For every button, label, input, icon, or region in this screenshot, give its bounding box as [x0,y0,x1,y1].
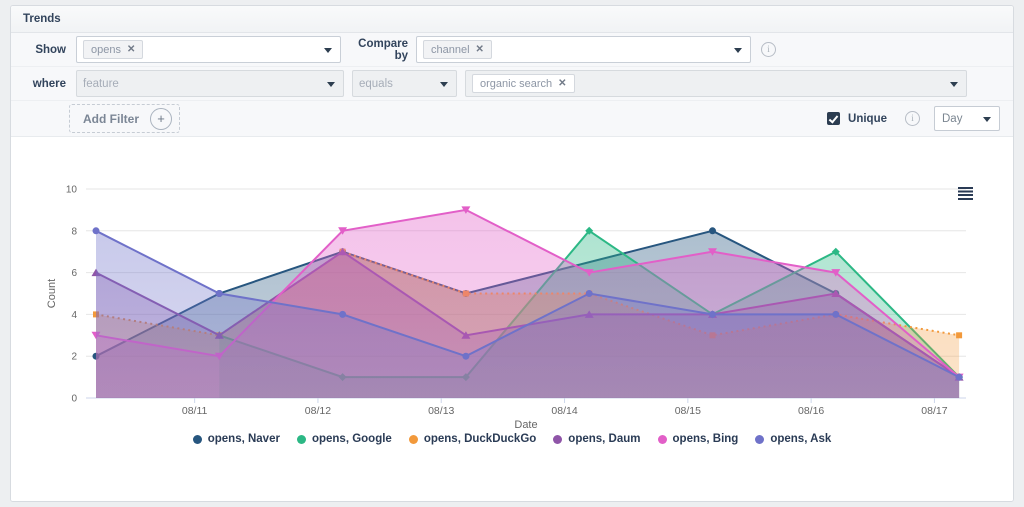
legend-item-opens-naver[interactable]: opens, Naver [193,433,280,445]
where-value-tag-label: organic search [480,78,552,90]
where-feature-select[interactable]: feature [76,70,344,97]
legend-label: opens, Bing [673,433,739,445]
show-compare-row: Show opens ✕ Compare by channel ✕ [11,33,1013,67]
legend-label: opens, Daum [568,433,640,445]
data-point[interactable] [709,227,716,234]
info-icon[interactable]: i [761,42,776,57]
remove-show-tag-icon[interactable]: ✕ [127,45,135,55]
legend-marker-icon [297,435,306,444]
data-point[interactable] [709,311,716,318]
legend-marker-icon [553,435,562,444]
legend-label: opens, Ask [770,433,831,445]
compare-by-value-tag: channel ✕ [423,40,492,59]
legend-marker-icon [755,435,764,444]
legend-marker-icon [409,435,418,444]
y-axis-label: 4 [71,310,77,321]
data-point[interactable] [832,311,839,318]
chevron-down-icon [950,82,958,87]
chevron-down-icon [440,82,448,87]
chevron-down-icon [327,82,335,87]
compare-by-select[interactable]: channel ✕ [416,36,751,63]
data-point[interactable] [462,353,469,360]
data-point[interactable] [586,290,593,297]
where-operator-select[interactable]: equals [352,70,457,97]
compare-by-label: Compare by [353,38,408,62]
legend-item-opens-ask[interactable]: opens, Ask [755,433,831,445]
chevron-down-icon [734,48,742,53]
y-axis-label: 8 [71,226,77,237]
actions-row: Add Filter + Unique i Day [11,101,1013,137]
chart-legend: opens, Naver opens, Google opens, DuckDuck… [11,433,1013,445]
x-axis-label: 08/16 [798,405,824,417]
page-title: Trends [23,13,61,25]
y-axis-title: Count [46,279,58,308]
data-point[interactable] [339,311,346,318]
show-value-tag: opens ✕ [83,40,143,59]
chevron-down-icon [324,48,332,53]
add-filter-label: Add Filter [83,112,139,126]
x-axis-title: Date [514,419,537,431]
filter-panel: Show opens ✕ Compare by channel ✕ [11,33,1013,137]
x-axis: 08/11 08/12 08/13 08/14 08/15 08/16 08/17 [182,398,948,417]
legend-marker-icon [193,435,202,444]
interval-select[interactable]: Day [934,106,1000,131]
data-point[interactable] [93,227,100,234]
legend-label: opens, Naver [208,433,280,445]
unique-checkbox[interactable] [827,112,840,125]
unique-toggle-group: Unique i [827,111,920,126]
y-axis-label: 6 [71,268,77,279]
data-point[interactable] [956,332,962,338]
show-value-tag-label: opens [91,44,121,56]
y-axis-label: 2 [71,352,77,363]
compare-by-value-tag-label: channel [431,44,470,56]
y-axis-label: 10 [66,185,78,196]
plus-icon: + [150,108,172,130]
feature-placeholder: feature [83,78,119,90]
legend-label: opens, DuckDuckGo [424,433,536,445]
remove-compare-tag-icon[interactable]: ✕ [476,45,484,55]
unique-label: Unique [848,113,887,125]
legend-label: opens, Google [312,433,392,445]
info-icon[interactable]: i [905,111,920,126]
legend-item-opens-duckduckgo[interactable]: opens, DuckDuckGo [409,433,536,445]
data-point[interactable] [216,290,223,297]
where-label: where [11,78,66,90]
legend-marker-icon [658,435,667,444]
where-value-select[interactable]: organic search ✕ [465,70,967,97]
operator-placeholder: equals [359,78,393,90]
show-select[interactable]: opens ✕ [76,36,341,63]
data-point[interactable] [956,374,963,381]
legend-item-opens-google[interactable]: opens, Google [297,433,392,445]
legend-item-opens-bing[interactable]: opens, Bing [658,433,739,445]
where-row: where feature equals organic search ✕ [11,67,1013,101]
x-axis-label: 08/11 [182,405,208,417]
x-axis-label: 08/15 [675,405,701,417]
legend-item-opens-daum[interactable]: opens, Daum [553,433,640,445]
chart-menu-button[interactable] [958,187,973,200]
x-axis-label: 08/13 [428,405,454,417]
y-axis-label: 0 [71,394,77,405]
show-label: Show [11,44,66,56]
x-axis-label: 08/12 [305,405,331,417]
x-axis-label: 08/14 [551,405,577,417]
trends-chart: 024681008/1108/1208/1308/1408/1508/1608/… [11,137,1013,433]
remove-where-tag-icon[interactable]: ✕ [558,79,566,89]
chevron-down-icon [983,117,991,122]
card-header: Trends [11,6,1013,33]
interval-value: Day [942,113,962,125]
chart-section: 024681008/1108/1208/1308/1408/1508/1608/… [11,137,1013,501]
where-value-tag: organic search ✕ [472,74,575,93]
trends-card: Trends Show opens ✕ Compare by channel ✕ [10,5,1014,502]
add-filter-button[interactable]: Add Filter + [69,104,180,133]
x-axis-label: 08/17 [921,405,947,417]
page: Trends Show opens ✕ Compare by channel ✕ [0,0,1024,507]
